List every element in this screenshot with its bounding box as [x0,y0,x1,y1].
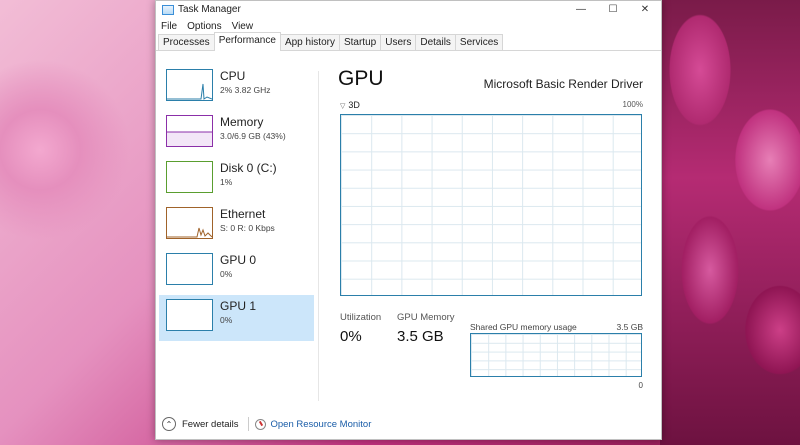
engine-label: 3D [348,100,360,110]
maximize-button[interactable]: ☐ [597,1,629,18]
footer-bar: ⌃ Fewer details Open Resource Monitor [156,409,661,439]
sidebar-item-gpu-0[interactable]: GPU 0 0% [159,249,314,295]
sidebar-item-name: Disk 0 (C:) [220,161,277,175]
graph-max-label: 100% [622,100,643,109]
window-controls: — ☐ ✕ [565,1,661,18]
shared-memory-min: 0 [638,381,643,390]
wallpaper-flower [660,0,800,445]
shared-memory-graph [470,333,642,377]
chevron-down-icon: ▽ [340,103,346,110]
shared-memory-max: 3.5 GB [616,322,643,332]
memory-level [167,131,212,146]
footer-separator [247,417,249,431]
menu-view[interactable]: View [227,21,259,32]
fewer-details-label: Fewer details [182,418,239,430]
3d-usage-graph [340,114,642,296]
sidebar-item-name: CPU [220,69,246,83]
ethernet-sparkline [167,227,212,238]
sidebar-item-ethernet[interactable]: Ethernet S: 0 R: 0 Kbps [159,203,314,249]
gpu-memory-label: GPU Memory [397,312,455,323]
sidebar-item-detail: 2% 3.82 GHz [220,85,271,95]
resource-monitor-icon [254,418,266,430]
engine-selector[interactable]: ▽ 3D [340,100,360,110]
disk-thumbnail-graph [166,161,213,193]
window-title: Task Manager [178,4,241,15]
performance-pane: CPU 2% 3.82 GHz Memory 3.0/6.9 GB (43%) … [156,53,661,403]
gpu-device-name: Microsoft Basic Render Driver [483,77,643,91]
pane-divider[interactable] [318,71,319,401]
utilization-value: 0% [340,328,362,345]
tab-processes[interactable]: Processes [158,34,215,50]
sidebar-item-memory[interactable]: Memory 3.0/6.9 GB (43%) [159,111,314,157]
sidebar-item-detail: 0% [220,315,233,325]
shared-memory-label: Shared GPU memory usage [470,322,577,332]
sidebar-item-name: GPU 0 [220,253,257,267]
resource-monitor-label: Open Resource Monitor [270,418,372,430]
task-manager-app-icon [162,4,174,15]
chevron-up-icon: ⌃ [162,417,176,431]
ethernet-thumbnail-graph [166,207,213,239]
gpu-memory-value: 3.5 GB [397,328,444,345]
close-button[interactable]: ✕ [629,1,661,18]
menu-file[interactable]: File [156,21,182,32]
tab-startup[interactable]: Startup [338,34,382,50]
sidebar-item-detail: 1% [220,177,233,187]
open-resource-monitor-link[interactable]: Open Resource Monitor [254,418,372,430]
cpu-sparkline [167,83,212,100]
tab-performance[interactable]: Performance [213,32,281,51]
tab-strip: Processes Performance App history Startu… [156,32,661,51]
sidebar-item-detail: 3.0/6.9 GB (43%) [220,131,286,141]
gpu-detail-panel: GPU Microsoft Basic Render Driver ▽ 3D 10… [338,67,643,402]
minimize-button[interactable]: — [565,1,597,18]
title-bar[interactable]: Task Manager — ☐ ✕ [156,1,661,18]
memory-thumbnail-graph [166,115,213,147]
sidebar-item-name: Memory [220,115,264,129]
fewer-details-button[interactable]: ⌃ Fewer details [162,417,239,431]
sidebar-item-cpu[interactable]: CPU 2% 3.82 GHz [159,65,314,111]
task-manager-window: Task Manager — ☐ ✕ File Options View Pro… [155,0,662,440]
tab-users[interactable]: Users [380,34,417,50]
sidebar-item-name: Ethernet [220,207,266,221]
gpu1-thumbnail-graph [166,299,213,331]
resource-sidebar: CPU 2% 3.82 GHz Memory 3.0/6.9 GB (43%) … [159,65,314,341]
tab-details[interactable]: Details [415,34,456,50]
sidebar-item-disk[interactable]: Disk 0 (C:) 1% [159,157,314,203]
tab-app-history[interactable]: App history [279,34,340,50]
utilization-label: Utilization [340,312,382,323]
page-title: GPU [338,67,384,90]
menu-options[interactable]: Options [182,21,226,32]
sidebar-item-name: GPU 1 [220,299,257,313]
sidebar-item-gpu-1[interactable]: GPU 1 0% [159,295,314,341]
sidebar-item-detail: S: 0 R: 0 Kbps [220,223,275,233]
tab-services[interactable]: Services [454,34,504,50]
cpu-thumbnail-graph [166,69,213,101]
sidebar-item-detail: 0% [220,269,233,279]
gpu0-thumbnail-graph [166,253,213,285]
